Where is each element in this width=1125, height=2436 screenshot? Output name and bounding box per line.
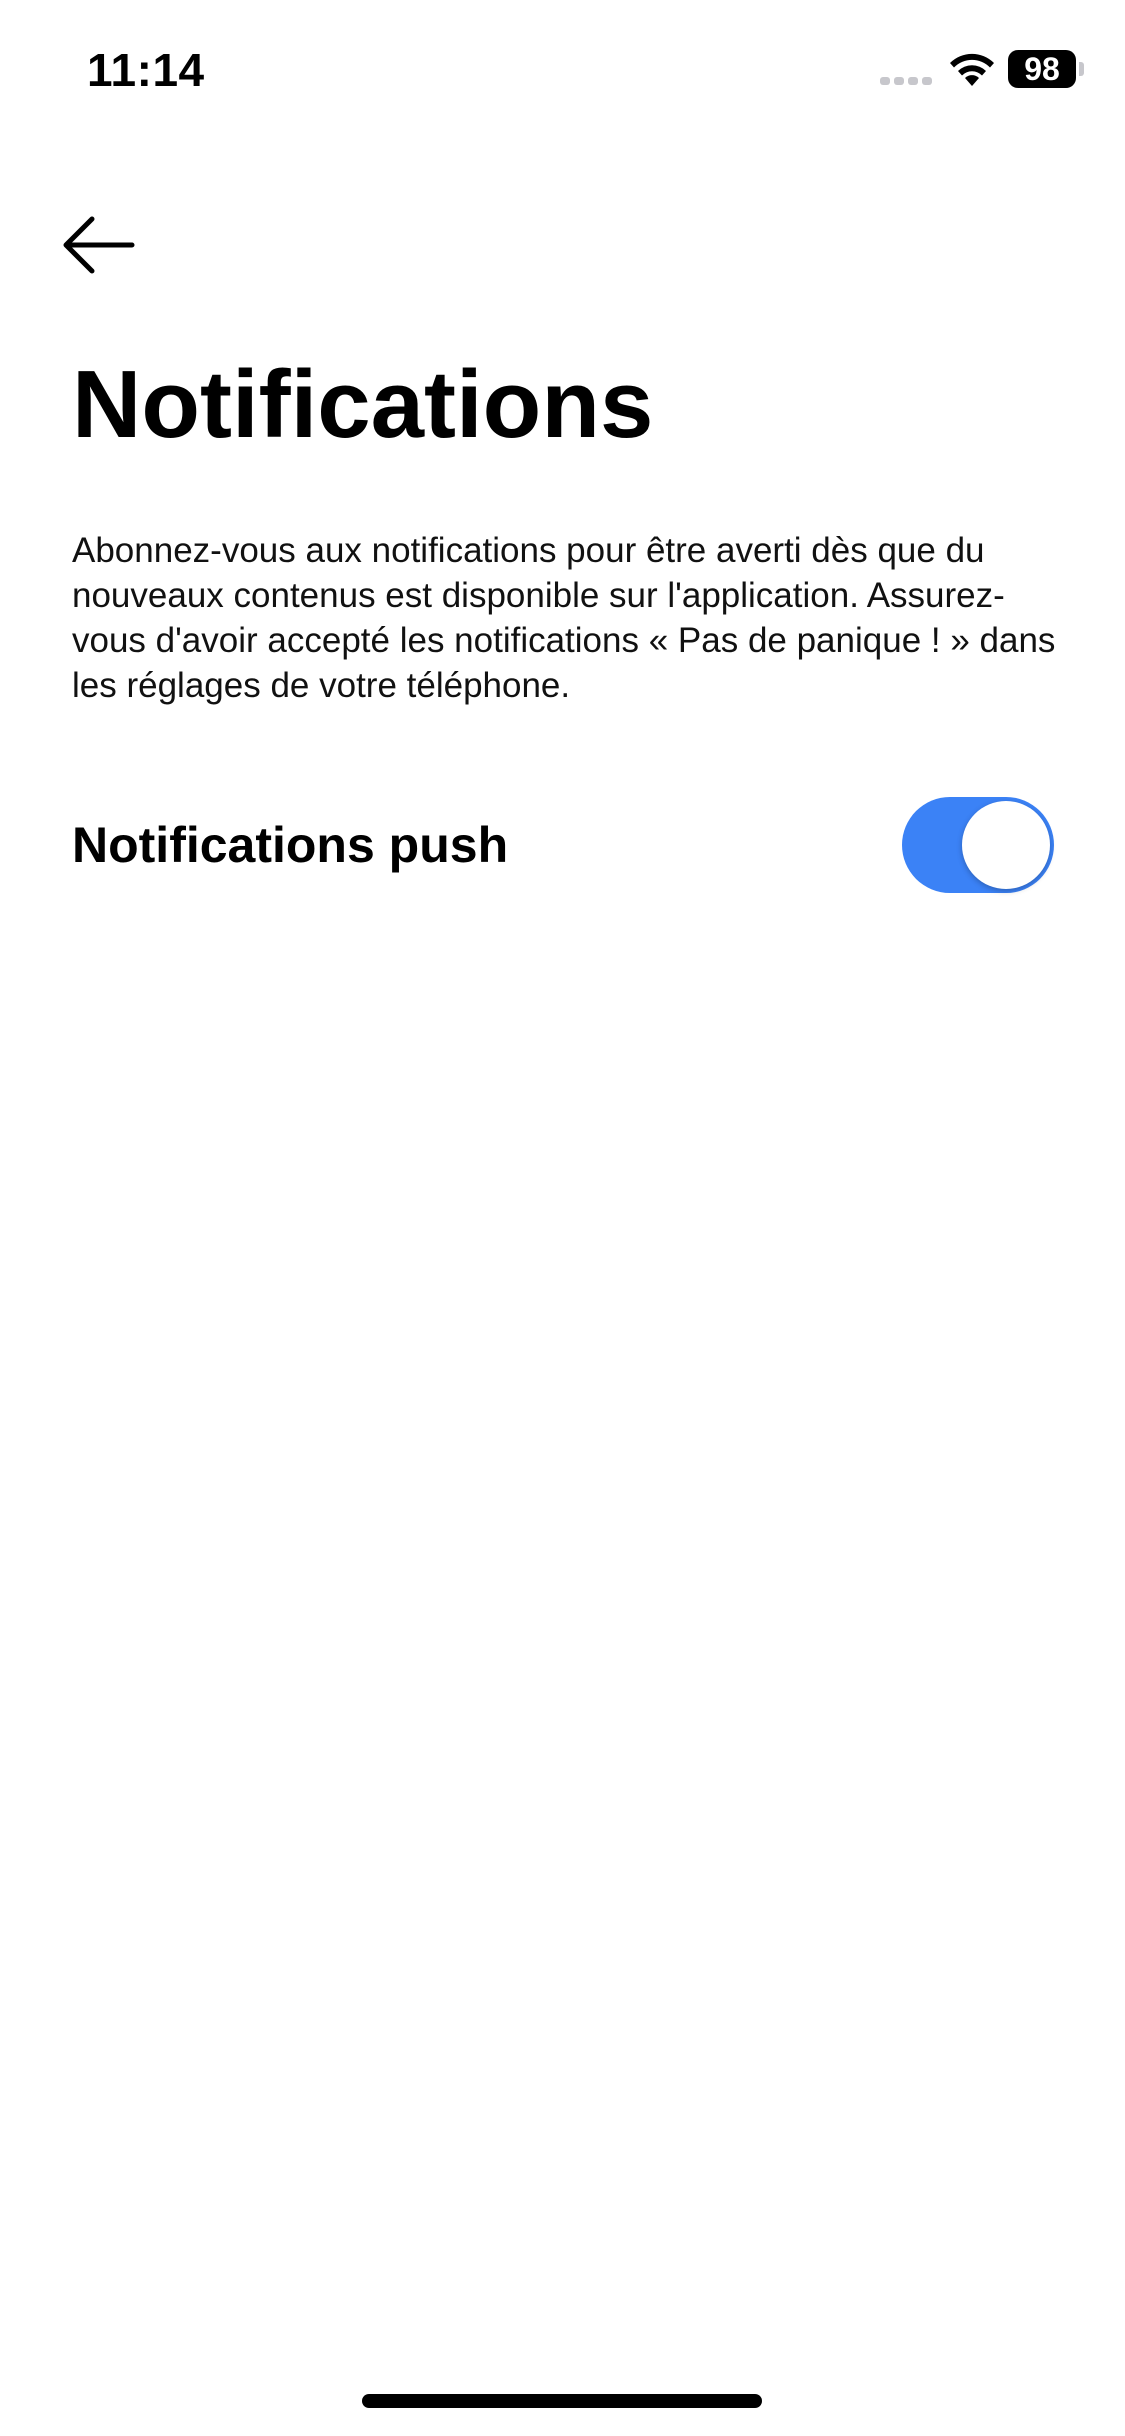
arrow-left-icon (63, 216, 135, 274)
push-notifications-setting: Notifications push (72, 790, 1054, 900)
back-button[interactable] (60, 195, 160, 295)
wifi-icon (950, 53, 994, 86)
cellular-signal-icon (880, 77, 932, 85)
notifications-description: Abonnez-vous aux notifications pour être… (72, 531, 1056, 705)
home-indicator[interactable] (362, 2394, 762, 2408)
battery-cap (1079, 62, 1084, 76)
battery-icon: 98 (1008, 50, 1084, 88)
status-time: 11:14 (87, 44, 205, 96)
battery-level: 98 (1008, 50, 1076, 88)
push-notifications-toggle[interactable] (902, 797, 1054, 893)
page-title: Notifications (72, 351, 654, 458)
toggle-knob (962, 801, 1050, 889)
push-notifications-label: Notifications push (72, 817, 509, 873)
status-bar: 11:14 98 (0, 0, 1125, 140)
